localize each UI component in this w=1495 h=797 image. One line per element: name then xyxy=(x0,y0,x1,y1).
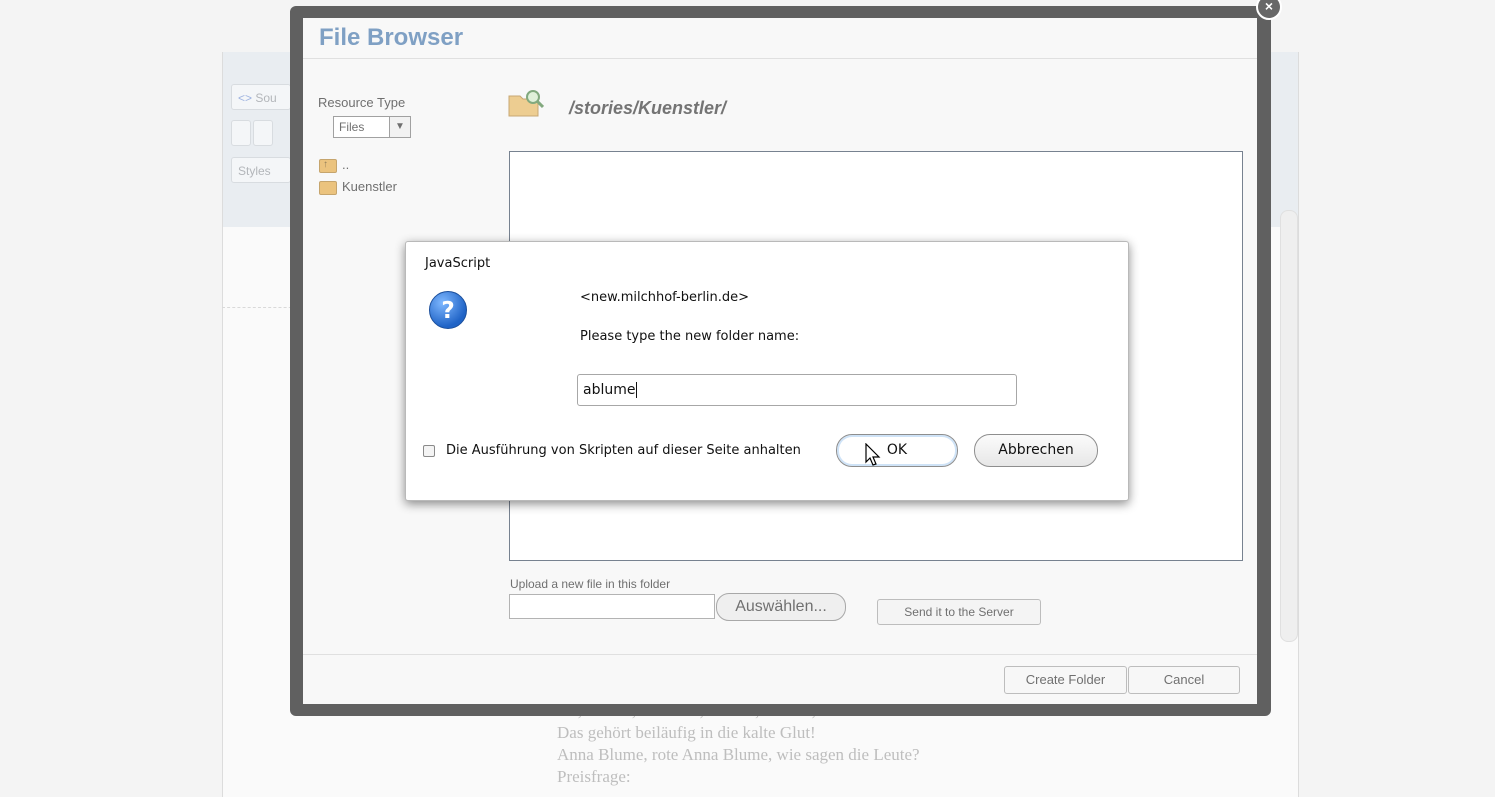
javascript-prompt-dialog: JavaScript ? <new.milchhof-berlin.de> Pl… xyxy=(405,241,1129,501)
stop-scripts-label: Die Ausführung von Skripten auf dieser S… xyxy=(446,443,801,458)
dialog-title: JavaScript xyxy=(425,256,491,271)
stop-scripts-checkbox[interactable] xyxy=(423,445,435,457)
folder-name-value: ablume xyxy=(583,382,636,398)
question-icon: ? xyxy=(429,291,467,329)
folder-name-input[interactable]: ablume xyxy=(577,374,1017,406)
abbrechen-button[interactable]: Abbrechen xyxy=(974,434,1098,467)
mouse-cursor-icon xyxy=(865,443,881,466)
dialog-origin: <new.milchhof-berlin.de> xyxy=(580,290,750,305)
dialog-prompt: Please type the new folder name: xyxy=(580,329,800,344)
text-caret xyxy=(636,382,638,398)
ok-button[interactable]: OK xyxy=(836,434,958,467)
